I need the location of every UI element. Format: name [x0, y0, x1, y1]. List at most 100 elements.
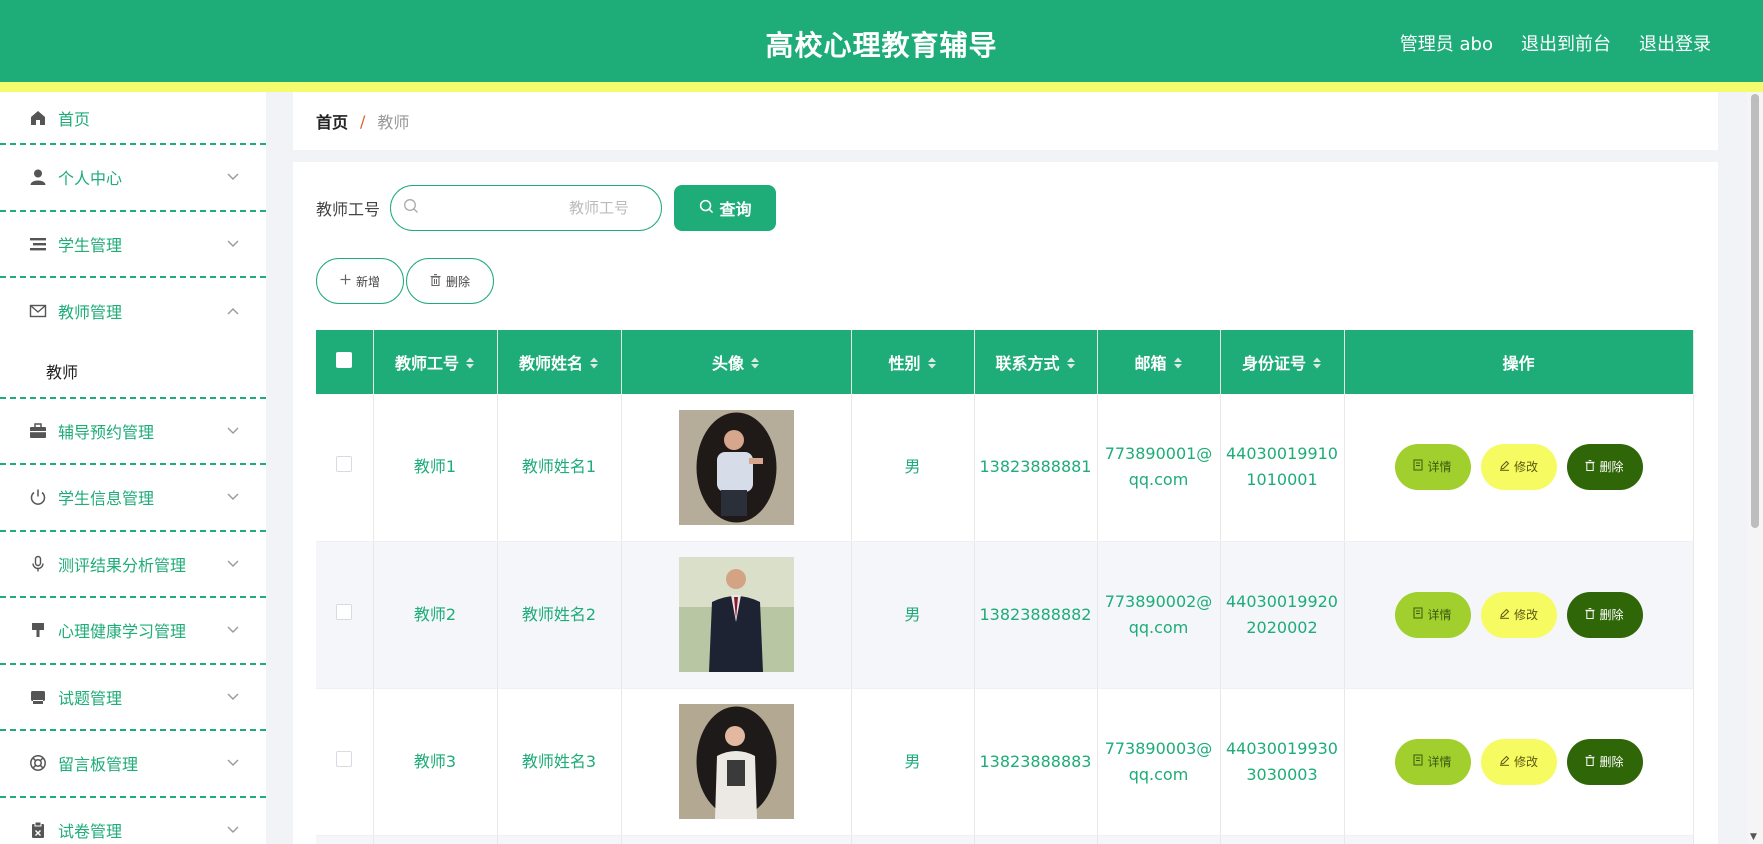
sidebar-item-home[interactable]: 首页 — [0, 92, 266, 145]
sidebar-item-label: 心理健康学习管理 — [58, 622, 187, 642]
idcard-part: 44030019920 — [1226, 591, 1338, 611]
sort-icon[interactable] — [750, 355, 760, 374]
table-cell — [1097, 835, 1221, 844]
row-checkbox[interactable] — [336, 456, 353, 473]
query-button-label: 查询 — [719, 200, 752, 219]
sidebar-item-student-info-management[interactable]: 学生信息管理 — [0, 465, 266, 532]
query-button[interactable]: 查询 — [674, 185, 777, 231]
phone-cell: 13823888883 — [974, 688, 1098, 836]
sidebar-item-mental-health-learning[interactable]: 心理健康学习管理 — [0, 598, 266, 665]
avatar — [678, 409, 794, 525]
pencil-icon — [1499, 454, 1510, 480]
sidebar-item-teacher-management[interactable]: 教师管理 — [0, 278, 266, 345]
delete-button[interactable]: 删除 — [1566, 591, 1643, 638]
row-checkbox[interactable] — [336, 603, 353, 620]
batch-delete-button[interactable]: 删除 — [406, 258, 494, 304]
column-header[interactable]: 头像 — [621, 330, 852, 394]
idcard-part: 44030019930 — [1226, 738, 1338, 758]
column-header-label: 教师工号 — [394, 354, 459, 373]
idcard-cell: 44030019930 3030003 — [1220, 688, 1345, 836]
sidebar-item-label: 个人中心 — [58, 169, 123, 189]
edit-button[interactable]: 修改 — [1480, 591, 1557, 638]
row-operations: 详情 修改 删除 — [1345, 591, 1693, 638]
email-part: qq.com — [1128, 764, 1189, 784]
search-row: 教师工号 查询 — [316, 185, 777, 231]
chevron-down-icon — [226, 170, 240, 184]
document-icon — [1413, 602, 1423, 628]
detail-button[interactable]: 详情 — [1394, 444, 1471, 491]
column-header[interactable]: 教师姓名 — [497, 330, 622, 394]
row-select-cell — [316, 835, 374, 844]
email-cell: 773890003@ qq.com — [1097, 688, 1221, 836]
delete-label: 删除 — [1599, 607, 1624, 622]
admin-user-label[interactable]: 管理员 abo — [1400, 30, 1493, 56]
select-all-checkbox[interactable] — [336, 352, 353, 368]
teacher-name-cell: 教师姓名2 — [497, 541, 622, 689]
column-header[interactable]: 联系方式 — [974, 330, 1098, 394]
idcard-cell: 44030019920 2020002 — [1220, 541, 1345, 689]
sort-icon[interactable] — [1173, 355, 1183, 374]
chevron-down-icon — [226, 623, 240, 637]
table-cell — [621, 835, 852, 844]
edit-button[interactable]: 修改 — [1480, 738, 1557, 785]
column-header-label: 教师姓名 — [518, 354, 583, 373]
email-part: qq.com — [1128, 470, 1189, 490]
sort-icon[interactable] — [1066, 355, 1076, 374]
delete-label: 删除 — [1599, 754, 1624, 769]
delete-button[interactable]: 删除 — [1566, 444, 1643, 491]
exit-to-front-link[interactable]: 退出到前台 — [1521, 30, 1611, 56]
sidebar-item-exam-paper-management[interactable]: 试卷管理 — [0, 798, 266, 844]
sidebar-item-message-board[interactable]: 留言板管理 — [0, 731, 266, 798]
chevron-down-icon — [226, 557, 240, 571]
power-icon — [28, 487, 48, 507]
sidebar-item-question-management[interactable]: 试题管理 — [0, 665, 266, 731]
action-row: 新增 删除 — [316, 258, 494, 304]
sidebar-item-personal-center[interactable]: 个人中心 — [0, 145, 266, 212]
sidebar-item-label: 留言板管理 — [58, 755, 139, 775]
sort-icon[interactable] — [927, 355, 937, 374]
detail-button[interactable]: 详情 — [1394, 738, 1471, 785]
sidebar-item-label: 教师管理 — [58, 303, 123, 323]
logout-link[interactable]: 退出登录 — [1639, 30, 1711, 56]
edit-label: 修改 — [1513, 460, 1538, 475]
microphone-icon — [28, 554, 48, 574]
row-select-cell — [316, 688, 374, 836]
main-content: 教师工号 查询 新增 删除 — [293, 162, 1718, 844]
delete-button[interactable]: 删除 — [1566, 738, 1643, 785]
detail-label: 详情 — [1427, 754, 1452, 769]
add-button[interactable]: 新增 — [316, 258, 404, 304]
page-scrollbar[interactable]: ▼ — [1747, 92, 1763, 844]
column-header[interactable]: 教师工号 — [373, 330, 498, 394]
row-checkbox[interactable] — [336, 750, 353, 767]
edit-button[interactable]: 修改 — [1480, 444, 1557, 491]
sidebar-item-appointment-management[interactable]: 辅导预约管理 — [0, 399, 266, 465]
column-header-label: 邮箱 — [1134, 354, 1167, 373]
table-header-row: 教师工号 教师姓名 头像 性别 联系方式 邮箱 身份证号 操作 — [316, 330, 1694, 394]
sort-icon[interactable] — [465, 355, 475, 374]
sidebar-item-student-management[interactable]: 学生管理 — [0, 212, 266, 278]
sidebar-subitem-teacher[interactable]: 教师 — [0, 345, 266, 399]
sort-icon[interactable] — [589, 355, 599, 374]
chevron-down-icon — [226, 756, 240, 770]
column-header[interactable]: 身份证号 — [1220, 330, 1345, 394]
avatar — [678, 704, 794, 819]
sidebar-item-assessment-analysis[interactable]: 测评结果分析管理 — [0, 532, 266, 598]
teacher-id-search-input[interactable] — [419, 193, 630, 223]
teacher-table: 教师工号 教师姓名 头像 性别 联系方式 邮箱 身份证号 操作 教师1 教师姓名… — [316, 330, 1694, 844]
column-header[interactable]: 邮箱 — [1097, 330, 1221, 394]
sort-icon[interactable] — [1312, 355, 1322, 374]
operations-cell: 详情 修改 删除 — [1344, 541, 1694, 689]
column-header[interactable]: 性别 — [851, 330, 975, 394]
printer-icon — [28, 687, 48, 707]
scrollbar-thumb[interactable] — [1751, 94, 1759, 528]
chevron-down-icon — [226, 490, 240, 504]
breadcrumb-home[interactable]: 首页 — [316, 109, 348, 133]
scroll-down-arrow-icon[interactable]: ▼ — [1750, 832, 1757, 842]
breadcrumb-separator: / — [360, 111, 366, 131]
detail-button[interactable]: 详情 — [1394, 591, 1471, 638]
table-row: 教师2 教师姓名2 男 13823888882 773890002@ qq.com… — [316, 541, 1694, 689]
column-header-label: 头像 — [711, 354, 744, 373]
column-header: 操作 — [1344, 330, 1694, 394]
gender-cell: 男 — [851, 394, 975, 542]
trash-icon — [430, 273, 441, 289]
